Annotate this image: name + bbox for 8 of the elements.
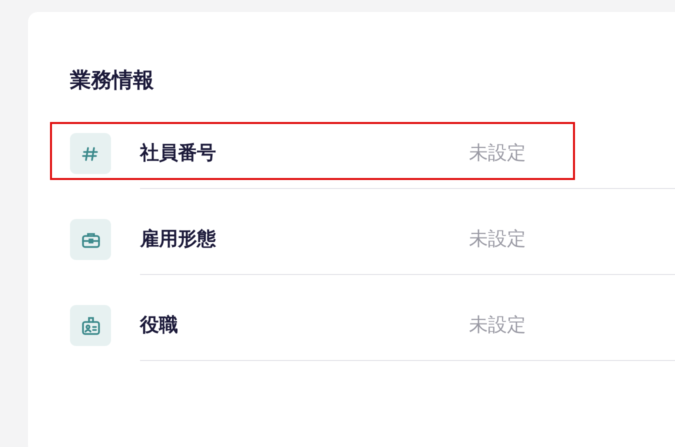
section-title: 業務情報	[70, 68, 155, 92]
field-value: 未設定	[469, 141, 526, 166]
field-value: 未設定	[469, 227, 526, 252]
field-label: 雇用形態	[140, 227, 217, 252]
id-badge-icon	[80, 314, 102, 336]
field-label: 役職	[140, 313, 179, 338]
field-label: 社員番号	[140, 141, 217, 166]
field-value: 未設定	[469, 313, 526, 338]
